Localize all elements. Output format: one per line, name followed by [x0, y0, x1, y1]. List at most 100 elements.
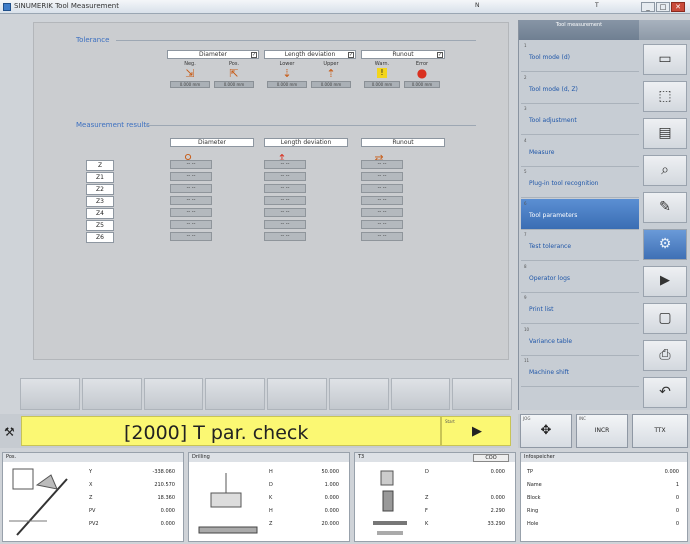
- jog-button[interactable]: JOG ✥: [520, 414, 572, 448]
- right-icon-button-4[interactable]: ⌕: [643, 155, 687, 186]
- pos-tolerance-icon: ⇱: [229, 67, 239, 80]
- result-col-runout: Runout: [361, 138, 445, 147]
- diameter-checkbox[interactable]: ✓: [251, 52, 257, 58]
- diameter-tolerance-header[interactable]: Diameter ✓: [167, 50, 259, 59]
- right-icon-button-1[interactable]: ▭: [643, 44, 687, 75]
- right-icon-button-10[interactable]: ↶: [643, 377, 687, 408]
- neg-tolerance-icon: ⇲: [185, 67, 195, 80]
- neg-tolerance-value[interactable]: 0.000 mm: [170, 81, 210, 88]
- right-softkey-11[interactable]: 11 Machine shift: [521, 356, 639, 387]
- softkey-h8[interactable]: [452, 378, 512, 410]
- panel-value: 0: [675, 495, 679, 501]
- softkey-label: Tool parameters: [529, 211, 578, 219]
- panel-key: F: [425, 508, 428, 514]
- right-icon-button-6[interactable]: ⚙: [643, 229, 687, 260]
- close-button[interactable]: ✕: [671, 2, 685, 12]
- minimize-button[interactable]: _: [641, 2, 655, 12]
- start-label: Start: [445, 419, 455, 424]
- panel-key: Ring: [527, 508, 539, 514]
- softkey-number: 8: [524, 263, 527, 269]
- start-button[interactable]: Start ▶: [441, 416, 511, 446]
- position-panel: Pos. Y -338.060 X 210.570 Z 18.360 PV 0.000 PV2 0…: [2, 452, 184, 542]
- incr-button[interactable]: INC INCR: [576, 414, 628, 448]
- result-row-label: Z1: [86, 172, 114, 183]
- softkey-h3[interactable]: [143, 378, 204, 410]
- softkey-number: 11: [524, 358, 530, 363]
- error-icon: ●: [416, 66, 428, 80]
- drilling-panel-title: Drilling: [189, 453, 349, 462]
- results-divider: [146, 125, 476, 126]
- right-softkey-3[interactable]: 3 Tool adjustment: [521, 104, 639, 135]
- length-checkbox[interactable]: ✓: [348, 52, 354, 58]
- tool-diagram: [373, 470, 407, 535]
- result-cell: -- --: [361, 208, 403, 217]
- warn-tolerance-value[interactable]: 0.000 mm: [364, 81, 400, 88]
- move-icon: ✥: [540, 423, 552, 438]
- panel-key: TP: [527, 469, 534, 475]
- maximize-button[interactable]: □: [656, 2, 670, 12]
- length-tolerance-header[interactable]: Length deviation ✓: [264, 50, 356, 59]
- lower-tolerance-icon: ⇣: [282, 67, 292, 80]
- softkey-label: Operator logs: [529, 274, 571, 282]
- right-softkey-6[interactable]: 6 Tool parameters: [521, 198, 639, 230]
- softkey-h4[interactable]: [205, 378, 265, 410]
- panel-value: 0.000: [324, 495, 339, 501]
- right-softkey-10[interactable]: 10 Variance table: [521, 325, 639, 356]
- softkey-h7[interactable]: [390, 378, 451, 410]
- softkey-label: Test tolerance: [529, 243, 572, 250]
- softkey-h1[interactable]: [20, 378, 80, 410]
- right-softkey-4[interactable]: 4 Measure: [521, 136, 639, 167]
- right-softkey-5[interactable]: 5 Plug-in tool recognition: [521, 167, 639, 198]
- pos-tolerance-value[interactable]: 0.000 mm: [214, 81, 254, 88]
- warn-label: Warn.: [374, 61, 390, 67]
- right-softkey-1[interactable]: 1 Tool mode (d): [521, 41, 639, 72]
- drilling-diagram: [198, 473, 258, 534]
- right-panel-header-icon: [639, 20, 690, 40]
- softkey-h6[interactable]: [328, 378, 389, 410]
- softkey-label: Plug-in tool recognition: [529, 180, 599, 187]
- error-tolerance-value[interactable]: 0.000 mm: [404, 81, 440, 88]
- warning-icon: !: [377, 68, 387, 78]
- result-cell: -- --: [264, 184, 306, 193]
- machine-axes-icon: [9, 468, 68, 536]
- right-softkey-9[interactable]: 9 Print list: [521, 293, 639, 324]
- panel-key: H: [269, 469, 273, 475]
- panel-key: D: [425, 469, 429, 475]
- right-softkey-panel: Tool measurement 1 Tool mode (d) 2 Tool mod…: [518, 20, 690, 410]
- right-icon-button-8[interactable]: ▢: [643, 303, 687, 334]
- softkey-h5[interactable]: [267, 378, 327, 410]
- result-cell: -- --: [170, 184, 212, 193]
- right-icon-button-5[interactable]: ✎: [643, 192, 687, 223]
- lower-tolerance-value[interactable]: 0.000 mm: [267, 81, 307, 88]
- panel-key: Z: [425, 495, 429, 501]
- right-icon-button-3[interactable]: ▤: [643, 118, 687, 149]
- title-field-t: T: [595, 2, 599, 9]
- right-icon-button-9[interactable]: ⎙: [643, 340, 687, 371]
- result-cell: -- --: [170, 160, 212, 169]
- right-icon-button-2[interactable]: ⬚: [643, 81, 687, 112]
- alarm-text: [2000] T par. check: [124, 422, 309, 444]
- panel-value: 50.000: [321, 469, 340, 475]
- title-bar: SINUMERIK Tool Measurement N T _ □ ✕: [0, 0, 690, 14]
- result-cell: -- --: [170, 196, 212, 205]
- position-panel-title: Pos.: [3, 453, 183, 462]
- softkey-label: Tool mode (d, Z): [529, 85, 578, 93]
- result-cell: -- --: [264, 208, 306, 217]
- runout-checkbox[interactable]: ✓: [437, 52, 443, 58]
- result-col-diameter: Diameter: [170, 138, 254, 147]
- panel-key: Block: [527, 495, 541, 501]
- coo-badge: COO: [473, 454, 509, 462]
- result-cell: -- --: [264, 172, 306, 181]
- right-softkey-8[interactable]: 8 Operator logs: [521, 262, 639, 293]
- softkey-h2[interactable]: [81, 378, 142, 410]
- results-section-label: Measurement results: [76, 121, 150, 129]
- right-softkey-2[interactable]: 2 Tool mode (d, Z): [521, 73, 639, 104]
- right-icon-button-7[interactable]: ▶: [643, 266, 687, 297]
- ttx-button[interactable]: TTX: [632, 414, 688, 448]
- upper-tolerance-value[interactable]: 0.000 mm: [311, 81, 351, 88]
- right-softkey-7[interactable]: 7 Test tolerance: [521, 230, 639, 261]
- result-row-label: Z3: [86, 196, 114, 207]
- runout-tolerance-header[interactable]: Runout ✓: [361, 50, 445, 59]
- result-cell: -- --: [170, 220, 212, 229]
- softkey-label: Print list: [529, 306, 554, 313]
